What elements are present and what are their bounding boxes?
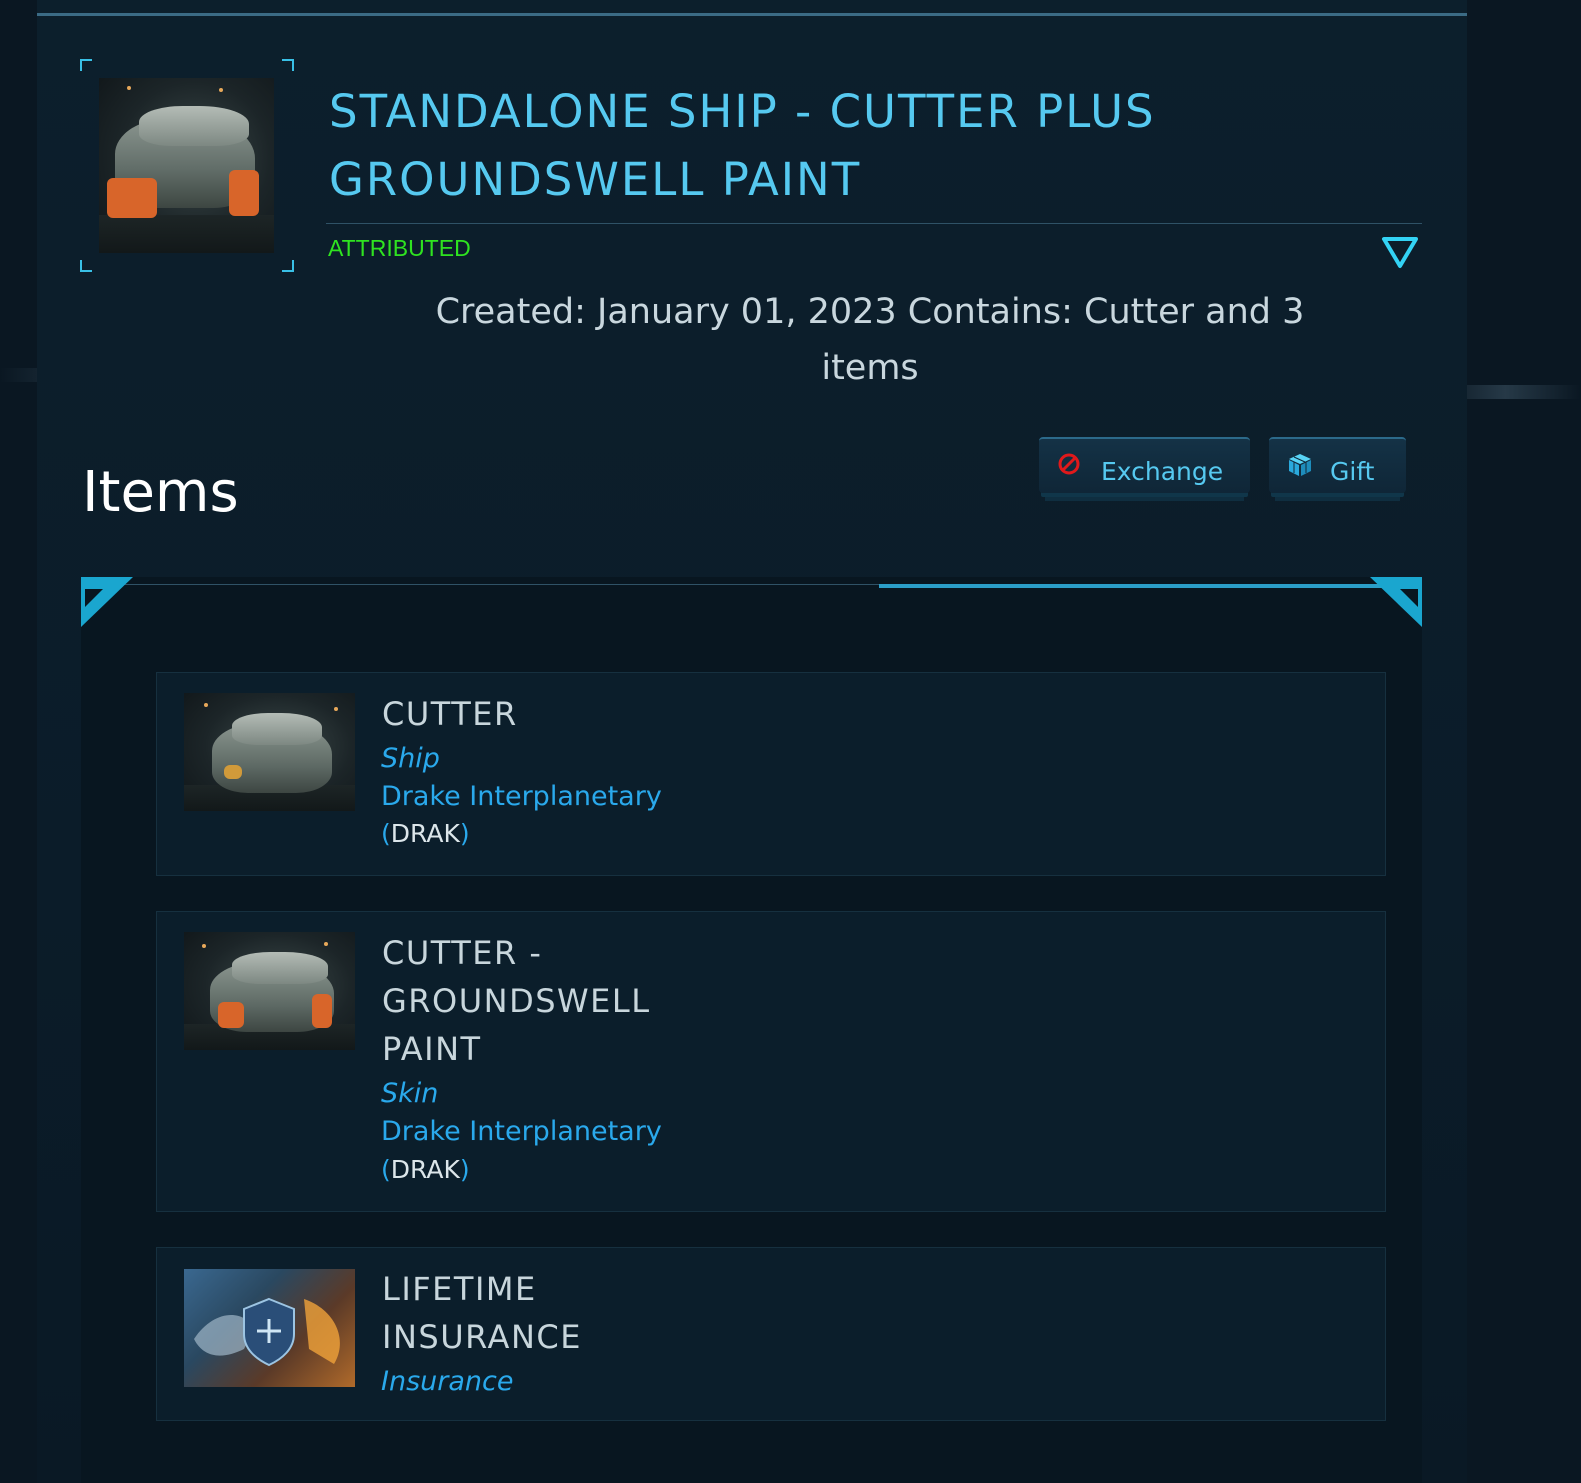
gift-label: Gift [1330,457,1375,486]
item-manufacturer: Drake Interplanetary [381,781,662,812]
list-item: LIFETIME INSURANCE Insurance [156,1247,1386,1421]
item-title: CUTTER [382,690,518,738]
item-type: Insurance [381,1366,514,1397]
item-title-line: PAINT [382,1030,482,1068]
pledge-title-line: GROUNDSWELL PAINT [329,153,862,206]
item-title: LIFETIME INSURANCE [382,1265,582,1361]
gift-cube-icon [1287,452,1311,476]
title-divider [326,223,1422,224]
item-thumbnail [184,932,355,1050]
exchange-label: Exchange [1101,457,1224,486]
gift-button[interactable]: Gift [1269,437,1406,493]
pledge-ship-image [99,78,274,253]
pledge-summary-line: Created: January 01, 2023 Contains: Cutt… [435,292,1305,332]
items-list-top-border [81,584,879,585]
items-list-top-accent [879,584,1422,588]
status-badge: ATTRIBUTED [328,235,471,261]
item-thumbnail [184,693,355,811]
pledge-title: STANDALONE SHIP - CUTTER PLUS GROUNDSWEL… [329,78,1329,214]
pledge-thumbnail-frame [80,59,294,272]
item-manufacturer-code: (DRAK) [381,819,470,848]
item-title-line: CUTTER [382,695,518,733]
prohibited-icon [1057,452,1081,476]
list-item: CUTTER - GROUNDSWELL PAINT Skin Drake In… [156,911,1386,1212]
list-item: CUTTER Ship Drake Interplanetary (DRAK) [156,672,1386,876]
expand-toggle-icon[interactable] [1380,236,1420,270]
corner-bracket-right-icon [1370,577,1422,627]
item-title-line: LIFETIME [382,1270,537,1308]
exchange-button[interactable]: Exchange [1039,437,1250,493]
corner-bracket-left-icon [81,577,133,627]
pledge-summary: Created: January 01, 2023 Contains: Cutt… [329,284,1411,396]
item-title: CUTTER - GROUNDSWELL PAINT [382,929,651,1073]
items-heading: Items [82,460,239,525]
item-title-line: GROUNDSWELL [382,982,651,1020]
item-manufacturer: Drake Interplanetary [381,1116,662,1147]
pledge-title-line: STANDALONE SHIP - CUTTER PLUS [329,85,1156,138]
item-type: Ship [381,743,440,774]
item-title-line: CUTTER - [382,934,543,972]
item-type: Skin [381,1078,439,1109]
item-thumbnail [184,1269,355,1387]
panel-top-border [37,13,1467,16]
item-title-line: INSURANCE [382,1318,582,1356]
item-manufacturer-code: (DRAK) [381,1155,470,1184]
pledge-summary-line: items [821,348,919,388]
